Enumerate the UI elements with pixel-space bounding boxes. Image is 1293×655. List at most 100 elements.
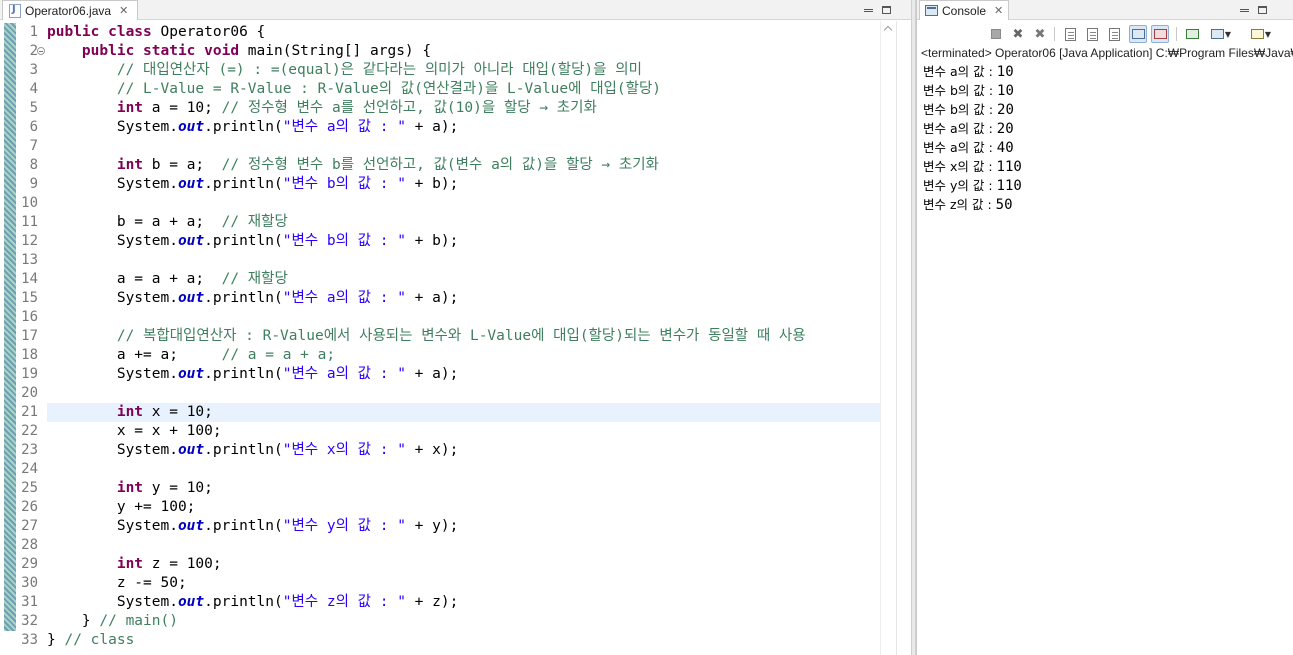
code-text: y += 100; <box>47 498 196 517</box>
editor-maximize-button[interactable] <box>877 1 895 19</box>
line-number: 15 <box>21 290 38 306</box>
scroll-up-icon[interactable] <box>883 25 893 35</box>
string-literal: "변수 a의 값 : " <box>282 119 406 135</box>
output-value: 110 <box>996 159 1022 175</box>
open-console-button[interactable]: ▼ <box>1247 25 1275 43</box>
console-launch-header: <terminated> Operator06 [Java Applicatio… <box>921 46 1293 60</box>
editor-vertical-scrollbar[interactable] <box>880 21 896 655</box>
code-line[interactable]: 3 // 대입연산자 (=) : =(equal)은 같다라는 의미가 아니라 … <box>0 61 880 80</box>
console-minimize-button[interactable] <box>1235 1 1253 19</box>
code-line[interactable]: 9 System.out.println("변수 b의 값 : " + b); <box>0 175 880 194</box>
code-line[interactable]: 17 // 복합대입연산자 : R-Value에서 사용되는 변수와 L-Val… <box>0 327 880 346</box>
output-value: 10 <box>996 64 1014 80</box>
code-line[interactable]: 27 System.out.println("변수 y의 값 : " + y); <box>0 517 880 536</box>
word-wrap-button[interactable] <box>1105 25 1123 43</box>
code-line[interactable]: 5 int a = 10; // 정수형 변수 a를 선언하고, 값(10)을 … <box>0 99 880 118</box>
code-line[interactable]: 33} // class <box>0 631 880 650</box>
editor-tab-operator06[interactable]: Operator06.java ✕ <box>2 0 138 20</box>
code-line[interactable]: 23 System.out.println("변수 x의 값 : " + x); <box>0 441 880 460</box>
comment: // 재할당 <box>221 271 288 287</box>
code-text: b = a + a; // 재할당 <box>47 213 288 232</box>
editor-tab-bar: Operator06.java ✕ <box>0 0 911 20</box>
code-line[interactable]: 10 <box>0 194 880 213</box>
code-line[interactable]: 31 System.out.println("변수 z의 값 : " + z); <box>0 593 880 612</box>
terminate-button[interactable] <box>987 25 1005 43</box>
line-number: 20 <box>21 385 38 401</box>
comment: // L-Value = R-Value : R-Value의 값(연산결과)을… <box>116 81 662 97</box>
console-output-line: 변수 a의 값 : 20 <box>923 119 1014 138</box>
remove-all-terminated-button[interactable]: ✖ <box>1031 25 1049 43</box>
code-line[interactable]: 12 System.out.println("변수 b의 값 : " + b); <box>0 232 880 251</box>
code-line[interactable]: 18 a += a; // a = a + a; <box>0 346 880 365</box>
code-text: x = x + 100; <box>47 422 222 441</box>
editor-minimize-button[interactable] <box>859 1 877 19</box>
code-line[interactable]: 26 y += 100; <box>0 498 880 517</box>
code-line[interactable]: 13 <box>0 251 880 270</box>
line-number: 9 <box>29 176 38 192</box>
code-token: + y); <box>405 518 459 534</box>
code-line[interactable]: 20 <box>0 384 880 403</box>
code-line[interactable]: 16 <box>0 308 880 327</box>
scroll-lock-button[interactable] <box>1083 25 1101 43</box>
console-maximize-button[interactable] <box>1253 1 1271 19</box>
code-line[interactable]: 30 z -= 50; <box>0 574 880 593</box>
comment: // a = a + a; <box>221 347 336 363</box>
code-line[interactable]: 4 // L-Value = R-Value : R-Value의 값(연산결과… <box>0 80 880 99</box>
pin-console-button[interactable] <box>1183 25 1201 43</box>
clear-console-button[interactable] <box>1061 25 1079 43</box>
code-line[interactable]: 21 int x = 10; <box>0 403 880 422</box>
console-tab[interactable]: Console ✕ <box>919 0 1009 20</box>
code-token: System. <box>47 119 178 135</box>
comment: // main() <box>99 613 178 629</box>
comment: // 정수형 변수 b를 선언하고, 값(변수 a의 값)을 할당 → 초기화 <box>221 157 659 173</box>
close-icon[interactable]: ✕ <box>994 4 1003 17</box>
code-line[interactable]: 22 x = x + 100; <box>0 422 880 441</box>
code-line[interactable]: 8 int b = a; // 정수형 변수 b를 선언하고, 값(변수 a의 … <box>0 156 880 175</box>
code-line[interactable]: 15 System.out.println("변수 a의 값 : " + a); <box>0 289 880 308</box>
close-icon[interactable]: ✕ <box>119 4 128 17</box>
string-literal: "변수 y의 값 : " <box>282 518 406 534</box>
code-token: .println( <box>204 442 283 458</box>
code-line[interactable]: 25 int y = 10; <box>0 479 880 498</box>
code-line[interactable]: 2 public static void main(String[] args)… <box>0 42 880 61</box>
line-number: 31 <box>21 594 38 610</box>
show-console-on-stdout-button[interactable] <box>1129 25 1147 43</box>
output-label: 변수 b의 값 : <box>923 83 998 98</box>
code-token: z = 100; <box>143 556 222 572</box>
code-token: + a); <box>405 290 459 306</box>
show-console-on-stderr-button[interactable] <box>1151 25 1169 43</box>
code-text: System.out.println("변수 b의 값 : " + b); <box>47 232 459 251</box>
clear-console-icon <box>1064 27 1076 41</box>
code-text: int x = 10; <box>47 403 213 422</box>
output-label: 변수 a의 값 : <box>923 121 997 136</box>
code-line[interactable]: 24 <box>0 460 880 479</box>
remove-launch-button[interactable]: ✖ <box>1009 25 1027 43</box>
keyword: int <box>116 100 144 116</box>
minimize-icon <box>1239 8 1249 12</box>
code-line[interactable]: 29 int z = 100; <box>0 555 880 574</box>
field-reference: out <box>177 119 205 135</box>
code-line[interactable]: 32 } // main() <box>0 612 880 631</box>
keyword: int <box>116 480 144 496</box>
string-literal: "변수 b의 값 : " <box>282 176 406 192</box>
code-token: main(String[] args) { <box>247 43 432 59</box>
line-number: 11 <box>21 214 38 230</box>
code-line[interactable]: 28 <box>0 536 880 555</box>
code-line[interactable]: 14 a = a + a; // 재할당 <box>0 270 880 289</box>
code-line[interactable]: 11 b = a + a; // 재할당 <box>0 213 880 232</box>
code-token: System. <box>47 442 178 458</box>
code-line[interactable]: 6 System.out.println("변수 a의 값 : " + a); <box>0 118 880 137</box>
code-line[interactable]: 7 <box>0 137 880 156</box>
code-text: // 대입연산자 (=) : =(equal)은 같다라는 의미가 아니라 대입… <box>47 61 642 80</box>
code-line[interactable]: 1 public class Operator06 { <box>0 23 880 42</box>
code-line[interactable]: 19 System.out.println("변수 a의 값 : " + a); <box>0 365 880 384</box>
output-label: 변수 z의 값 : <box>923 197 996 212</box>
display-selected-console-button[interactable]: ▼ <box>1207 25 1235 43</box>
code-token: + a); <box>405 366 459 382</box>
display-selected-console-icon <box>1210 29 1224 39</box>
console-panel: Console ✕ ✖ ✖ ▼ ▼ <terminated> Operator0… <box>916 0 1293 655</box>
fold-collapse-icon[interactable] <box>37 47 45 55</box>
